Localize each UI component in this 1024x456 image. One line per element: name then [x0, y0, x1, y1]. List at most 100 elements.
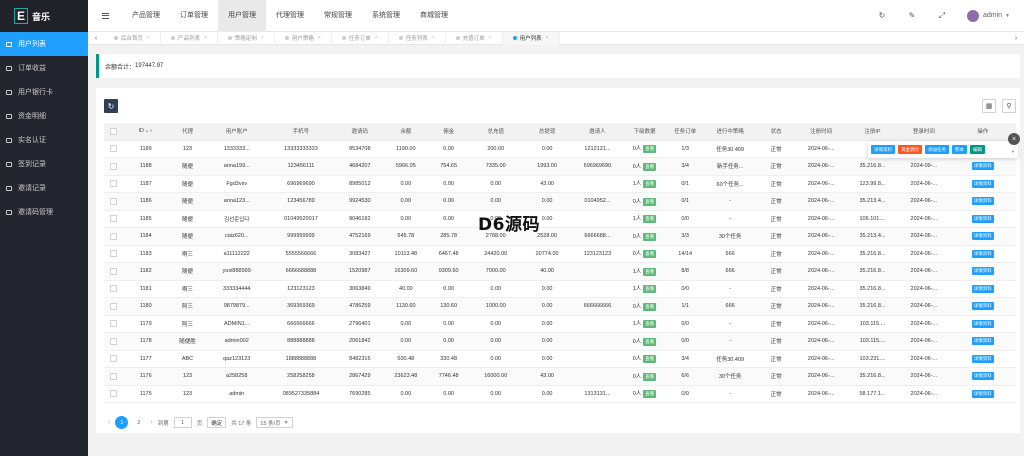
search-button[interactable]: ⚲ [1002, 99, 1016, 113]
detail-button[interactable]: 详情资料 [971, 232, 994, 241]
sidebar-item-6[interactable]: 邀请记录 [0, 176, 88, 200]
close-icon[interactable]: × [204, 35, 207, 41]
view-button[interactable]: 查看 [643, 180, 657, 189]
detail-button[interactable]: 详情资料 [971, 249, 994, 258]
detail-button[interactable]: 详情资料 [971, 372, 994, 381]
table-refresh-button[interactable]: ↻ [104, 99, 118, 113]
popover-button-1[interactable]: 资金调控 [898, 145, 922, 154]
detail-button[interactable]: 详情资料 [971, 214, 994, 223]
row-checkbox[interactable] [110, 250, 118, 258]
popover-button-2[interactable]: 添加任务 [925, 145, 949, 154]
nav-item-3[interactable]: 代理管理 [266, 0, 314, 32]
view-button[interactable]: 查看 [643, 302, 657, 311]
column-header[interactable]: ID▲▼ [123, 123, 169, 141]
close-icon[interactable]: × [432, 35, 435, 41]
view-button[interactable]: 查看 [643, 320, 657, 329]
row-checkbox[interactable] [110, 390, 118, 398]
row-checkbox[interactable] [110, 372, 118, 380]
clear-cache-icon[interactable]: ✎ [897, 11, 927, 20]
row-checkbox[interactable] [110, 337, 118, 345]
detail-button[interactable]: 详情资料 [971, 354, 994, 363]
sidebar-item-0[interactable]: 用户列表 [0, 32, 88, 56]
close-icon[interactable]: × [261, 35, 264, 41]
tab-7[interactable]: 用户列表 × [502, 31, 560, 45]
detail-button[interactable]: 详情资料 [971, 319, 994, 328]
sidebar-item-4[interactable]: 实名认证 [0, 128, 88, 152]
close-icon[interactable]: × [489, 35, 492, 41]
nav-item-6[interactable]: 商城管理 [410, 0, 458, 32]
chevron-down-icon[interactable]: ▼ [1005, 13, 1010, 19]
row-checkbox[interactable] [110, 180, 118, 188]
popover-button-3[interactable]: 熊本 [952, 145, 967, 154]
detail-button[interactable]: 详情资料 [971, 197, 994, 206]
next-page-icon[interactable]: › [150, 419, 152, 426]
view-button[interactable]: 查看 [643, 390, 657, 399]
row-checkbox[interactable] [110, 215, 118, 223]
tab-1[interactable]: 产品列表 × [161, 31, 218, 45]
view-button[interactable]: 查看 [643, 337, 657, 346]
row-checkbox[interactable] [110, 145, 118, 153]
row-checkbox[interactable] [110, 355, 118, 363]
tab-0[interactable]: 后台首页 × [104, 31, 161, 45]
goto-confirm-button[interactable]: 确定 [207, 417, 227, 428]
page-1[interactable]: 1 [115, 416, 129, 429]
popover-button-4[interactable]: 编辑 [970, 145, 985, 154]
view-button[interactable]: 查看 [643, 250, 657, 259]
close-icon[interactable]: × [546, 35, 549, 41]
detail-button[interactable]: 详情资料 [971, 389, 994, 398]
nav-item-1[interactable]: 订单管理 [170, 0, 218, 32]
detail-button[interactable]: 详情资料 [971, 267, 994, 276]
view-button[interactable]: 查看 [643, 145, 657, 154]
tab-6[interactable]: 充值订单 × [446, 31, 503, 45]
detail-button[interactable]: 详情资料 [971, 302, 994, 311]
tabs-right-icon[interactable]: › [1008, 35, 1024, 42]
view-button[interactable]: 查看 [643, 285, 657, 294]
tab-3[interactable]: 用户策略 × [275, 31, 332, 45]
nav-item-2[interactable]: 用户管理 [218, 0, 266, 32]
user-name[interactable]: admin [983, 12, 1002, 19]
close-icon[interactable]: × [1008, 133, 1020, 145]
nav-item-5[interactable]: 系统管理 [362, 0, 410, 32]
view-button[interactable]: 查看 [643, 197, 657, 206]
row-checkbox[interactable] [110, 320, 118, 328]
sidebar-item-3[interactable]: 资金明细 [0, 104, 88, 128]
sort-icon[interactable]: ▲▼ [145, 128, 153, 133]
tab-4[interactable]: 任务订单 × [332, 31, 389, 45]
prev-page-icon[interactable]: ‹ [108, 419, 110, 426]
nav-item-4[interactable]: 常规管理 [314, 0, 362, 32]
row-checkbox[interactable] [110, 232, 118, 240]
sidebar-item-2[interactable]: 用户银行卡 [0, 80, 88, 104]
avatar[interactable] [966, 9, 979, 22]
menu-toggle-button[interactable] [88, 12, 122, 19]
row-checkbox[interactable] [110, 285, 118, 293]
close-icon[interactable]: × [375, 35, 378, 41]
columns-filter-button[interactable]: ▦ [982, 99, 996, 113]
tab-2[interactable]: 策略定制 × [218, 31, 275, 45]
detail-button[interactable]: 详情资料 [971, 284, 994, 293]
goto-page-input[interactable]: 1 [173, 417, 192, 428]
view-button[interactable]: 查看 [643, 267, 657, 276]
detail-button[interactable]: 详情资料 [971, 337, 994, 346]
page-2[interactable]: 2 [132, 416, 145, 429]
chevron-down-icon[interactable]: ▼ [1011, 149, 1015, 154]
row-checkbox[interactable] [110, 197, 118, 205]
select-all-checkbox[interactable] [110, 127, 118, 135]
close-icon[interactable]: × [318, 35, 321, 41]
tabs-left-icon[interactable]: ‹ [88, 35, 104, 42]
view-button[interactable]: 查看 [643, 232, 657, 241]
row-checkbox[interactable] [110, 162, 118, 170]
fullscreen-icon[interactable]: ⤢ [927, 11, 957, 21]
sidebar-item-1[interactable]: 订单收益 [0, 56, 88, 80]
sidebar-item-7[interactable]: 邀请码管理 [0, 200, 88, 224]
detail-button[interactable]: 详情资料 [971, 179, 994, 188]
refresh-icon[interactable]: ↻ [867, 11, 897, 20]
sidebar-item-5[interactable]: 签到记录 [0, 152, 88, 176]
row-checkbox[interactable] [110, 302, 118, 310]
nav-item-0[interactable]: 产品管理 [122, 0, 170, 32]
per-page-select[interactable]: 15 条/页 ▼ [256, 417, 293, 428]
view-button[interactable]: 查看 [643, 162, 657, 171]
popover-button-0[interactable]: 详情资料 [871, 145, 895, 154]
view-button[interactable]: 查看 [643, 215, 657, 224]
view-button[interactable]: 查看 [643, 372, 657, 381]
close-icon[interactable]: × [147, 35, 150, 41]
